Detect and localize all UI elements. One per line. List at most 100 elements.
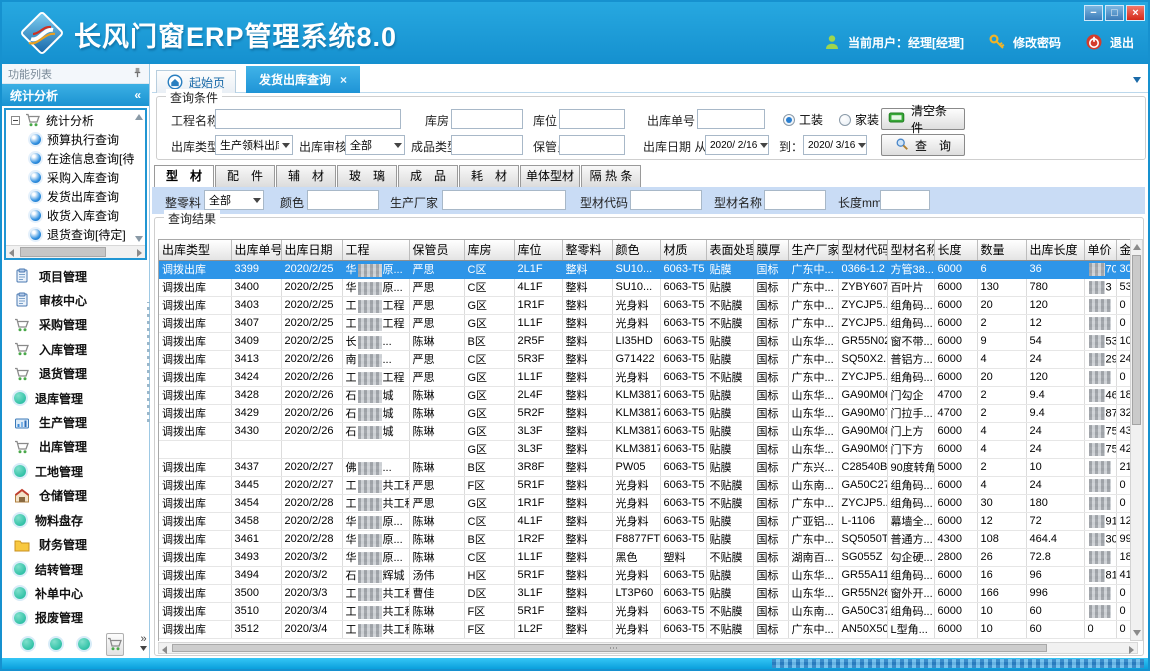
- minimize-button[interactable]: −: [1084, 5, 1103, 21]
- column-header[interactable]: 库房: [464, 240, 514, 260]
- tree-horizontal-scrollbar[interactable]: [6, 245, 145, 258]
- pin-icon[interactable]: [132, 67, 143, 81]
- column-header[interactable]: 表面处理: [706, 240, 753, 260]
- scrollbar-thumb[interactable]: [20, 247, 106, 257]
- tab-active[interactable]: 发货出库查询 ×: [246, 66, 360, 93]
- collapse-icon[interactable]: «: [134, 88, 141, 102]
- material-tab-8[interactable]: 隔 热 条: [581, 165, 641, 187]
- material-tab-1[interactable]: 型 材: [154, 165, 214, 187]
- horizontal-scrollbar[interactable]: [158, 642, 1138, 654]
- material-tab-3[interactable]: 辅 材: [276, 165, 336, 187]
- sidebar-item-5[interactable]: 退货管理: [4, 364, 147, 384]
- table-row[interactable]: 调拨出库34282020/2/26石城陈琳G区2L4F整料KLM38176063…: [159, 386, 1138, 404]
- table-row[interactable]: 调拨出库33992020/2/25华原...严思C区2L1F整料SU10...6…: [159, 260, 1138, 278]
- table-row[interactable]: 调拨出库34292020/2/26石城陈琳G区5R2F整料KLM38176063…: [159, 404, 1138, 422]
- product-type-input[interactable]: [451, 135, 523, 155]
- sidebar-item-15[interactable]: 报废管理: [4, 608, 147, 628]
- column-header[interactable]: 型材代码: [838, 240, 887, 260]
- column-header[interactable]: 整零料: [562, 240, 612, 260]
- tree-item-6[interactable]: 退货查询[待定]: [6, 225, 145, 244]
- table-row[interactable]: 调拨出库34612020/2/28华原...陈琳B区1R2F整料F8877FT6…: [159, 530, 1138, 548]
- profile-name-input[interactable]: [764, 190, 826, 210]
- table-row[interactable]: 调拨出库35002020/3/3工共工程曹佳D区3L1F整料LT3P606063…: [159, 584, 1138, 602]
- material-tab-6[interactable]: 耗 材: [459, 165, 519, 187]
- sidebar-item-4[interactable]: 入库管理: [4, 339, 147, 359]
- table-row[interactable]: 调拨出库34942020/3/2石辉城汤伟H区5R1F整料光身料6063-T5贴…: [159, 566, 1138, 584]
- tree-item-3[interactable]: 采购入库查询: [6, 168, 145, 187]
- scroll-left-icon[interactable]: [162, 646, 167, 654]
- radio-jiazhuang[interactable]: 家装: [839, 111, 879, 128]
- circle-icon[interactable]: [78, 638, 90, 650]
- length-input[interactable]: [880, 190, 930, 210]
- table-row[interactable]: 调拨出库34582020/2/28华原...陈琳C区4L1F整料光身料6063-…: [159, 512, 1138, 530]
- project-name-input[interactable]: [215, 109, 401, 129]
- footer-overflow-chevron[interactable]: »: [140, 635, 147, 653]
- scrollbar-thumb[interactable]: [172, 644, 1047, 652]
- logout-link[interactable]: 退出: [1110, 34, 1134, 51]
- panel-splitter[interactable]: [147, 302, 150, 422]
- table-row[interactable]: 调拨出库34072020/2/25工工程严思G区1L1F整料光身料6063-T5…: [159, 314, 1138, 332]
- column-header[interactable]: 出库日期: [281, 240, 342, 260]
- clear-conditions-button[interactable]: 清空条件: [881, 108, 965, 130]
- profile-code-input[interactable]: [630, 190, 702, 210]
- section-header[interactable]: 统计分析 «: [2, 84, 149, 106]
- column-header[interactable]: 单价: [1084, 240, 1116, 260]
- scroll-right-icon[interactable]: [137, 249, 142, 257]
- date-from-select[interactable]: 2020/ 2/16: [705, 135, 769, 155]
- column-header[interactable]: 出库类型: [159, 240, 231, 260]
- tree-item-4[interactable]: 发货出库查询: [6, 187, 145, 206]
- sidebar-item-10[interactable]: 仓储管理: [4, 486, 147, 506]
- sidebar-item-11[interactable]: 物料盘存: [4, 510, 147, 530]
- column-header[interactable]: 膜厚: [753, 240, 788, 260]
- maximize-button[interactable]: □: [1105, 5, 1124, 21]
- sidebar-item-2[interactable]: 审核中心: [4, 290, 147, 310]
- column-header[interactable]: 长度: [934, 240, 977, 260]
- table-row[interactable]: 调拨出库34542020/2/28工共工程严思G区1R1F整料光身料6063-T…: [159, 494, 1138, 512]
- table-row[interactable]: 调拨出库34092020/2/25长...陈琳B区2R5F整料LI35HD606…: [159, 332, 1138, 350]
- sidebar-item-13[interactable]: 结转管理: [4, 559, 147, 579]
- column-header[interactable]: 型材名称: [887, 240, 934, 260]
- table-row[interactable]: 调拨出库34242020/2/26工工程严思G区1L1F整料光身料6063-T5…: [159, 368, 1138, 386]
- sidebar-item-8[interactable]: 出库管理: [4, 437, 147, 457]
- tree-root[interactable]: 统计分析: [6, 110, 145, 130]
- sidebar-item-7[interactable]: 生产管理: [4, 413, 147, 433]
- color-input[interactable]: [307, 190, 379, 210]
- column-header[interactable]: 保管员: [409, 240, 464, 260]
- column-header[interactable]: 库位: [514, 240, 562, 260]
- scroll-up-icon[interactable]: [135, 114, 143, 120]
- scroll-up-icon[interactable]: [1133, 244, 1141, 250]
- out-audit-select[interactable]: 全部: [345, 135, 405, 155]
- sidebar-item-12[interactable]: 财务管理: [4, 535, 147, 555]
- whole-part-select[interactable]: 全部: [204, 190, 264, 210]
- table-row[interactable]: 调拨出库34372020/2/27佛...陈琳B区3R8F整料PW056063-…: [159, 458, 1138, 476]
- table-row[interactable]: G区3L3F整料KLM38176063-T5贴膜国标山东华...GA90M09.…: [159, 440, 1138, 458]
- circle-icon[interactable]: [50, 638, 62, 650]
- tree-item-5[interactable]: 收货入库查询: [6, 206, 145, 225]
- scroll-down-icon[interactable]: [135, 236, 143, 242]
- maker-input[interactable]: [442, 190, 566, 210]
- material-tab-2[interactable]: 配 件: [215, 165, 275, 187]
- column-header[interactable]: 出库长度: [1026, 240, 1084, 260]
- radio-gongzhuang[interactable]: 工装: [783, 111, 823, 128]
- vertical-scrollbar[interactable]: [1130, 239, 1143, 641]
- tree-item-1[interactable]: 预算执行查询: [6, 130, 145, 149]
- scroll-down-icon[interactable]: [1133, 630, 1141, 636]
- date-to-select[interactable]: 2020/ 3/16: [803, 135, 867, 155]
- footer-cart-button[interactable]: [106, 633, 124, 656]
- sidebar-item-9[interactable]: 工地管理: [4, 461, 147, 481]
- table-row[interactable]: 调拨出库34132020/2/26南...严思C区5R3F整料G71422606…: [159, 350, 1138, 368]
- material-tab-4[interactable]: 玻 璃: [337, 165, 397, 187]
- tab-close-icon[interactable]: ×: [340, 73, 347, 87]
- table-row[interactable]: 调拨出库34452020/2/27工共工程严思F区5R1F整料光身料6063-T…: [159, 476, 1138, 494]
- circle-icon[interactable]: [22, 638, 34, 650]
- column-header[interactable]: 材质: [660, 240, 706, 260]
- close-button[interactable]: ×: [1126, 5, 1145, 21]
- column-header[interactable]: 颜色: [612, 240, 660, 260]
- sidebar-item-1[interactable]: 项目管理: [4, 266, 147, 286]
- table-row[interactable]: 调拨出库34932020/3/2华原...陈琳C区1L1F整料黑色塑料不贴膜国标…: [159, 548, 1138, 566]
- change-password-link[interactable]: 修改密码: [1013, 34, 1061, 51]
- column-header[interactable]: 出库单号: [231, 240, 281, 260]
- tab-overflow-chevron-icon[interactable]: [1133, 77, 1141, 83]
- sidebar-item-14[interactable]: 补单中心: [4, 583, 147, 603]
- column-header[interactable]: 工程: [342, 240, 409, 260]
